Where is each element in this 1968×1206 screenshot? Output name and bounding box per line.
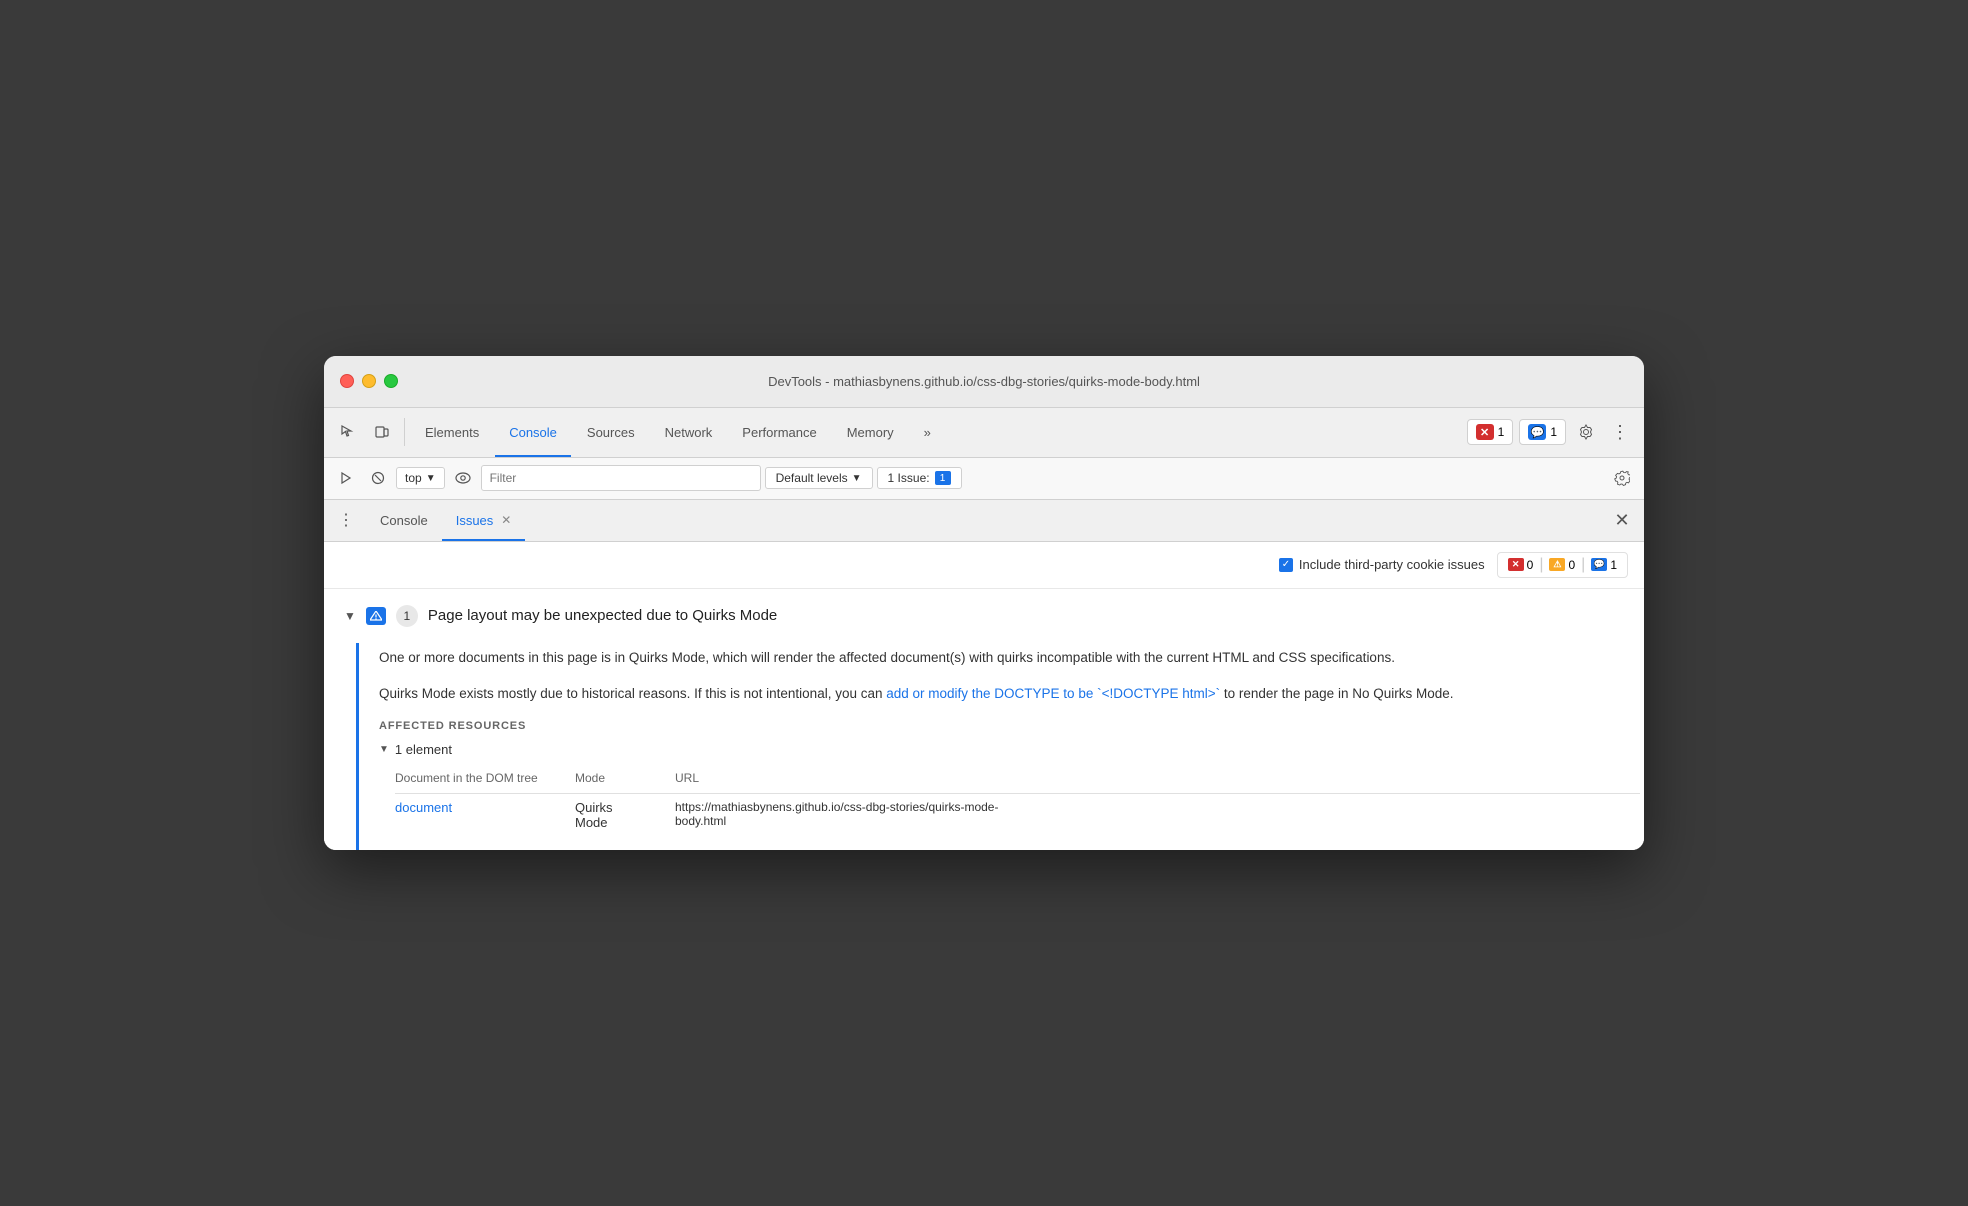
issues-filter-bar: ✓ Include third-party cookie issues ✕ 0 … bbox=[324, 542, 1644, 589]
element-count-toggle[interactable]: ▼ 1 element bbox=[379, 742, 1624, 757]
info-icon: 💬 bbox=[1591, 558, 1607, 571]
issue-type-icon bbox=[366, 607, 386, 625]
toolbar-divider-1 bbox=[404, 418, 405, 446]
tab-sources[interactable]: Sources bbox=[573, 407, 649, 457]
console-secondary-toolbar: top ▼ Default levels ▼ 1 Issue: 1 bbox=[324, 458, 1644, 500]
window-title: DevTools - mathiasbynens.github.io/css-d… bbox=[768, 374, 1200, 389]
clear-console-button[interactable] bbox=[364, 464, 392, 492]
issue-card: ▼ 1 Page layout may be unexpected due to… bbox=[324, 589, 1644, 850]
issues-panel: ⋮ Console Issues ✕ ✕ ✓ Include third-par… bbox=[324, 500, 1644, 850]
document-link[interactable]: document bbox=[395, 800, 452, 815]
issue-chevron-icon: ▼ bbox=[344, 609, 356, 623]
issues-badge-button[interactable]: 1 Issue: 1 bbox=[877, 467, 962, 489]
drawer-tabs: ⋮ Console Issues ✕ ✕ bbox=[324, 500, 1644, 542]
table-row: document Quirks Mode https://mathiasbyne… bbox=[395, 794, 1640, 831]
console-settings-button[interactable] bbox=[1608, 464, 1636, 492]
issue-count-badge: 1 bbox=[396, 605, 418, 627]
tab-network[interactable]: Network bbox=[651, 407, 727, 457]
maximize-button[interactable] bbox=[384, 374, 398, 388]
third-party-checkbox[interactable]: ✓ bbox=[1279, 558, 1293, 572]
url-cell-2: body.html bbox=[675, 814, 1628, 828]
default-levels-button[interactable]: Default levels ▼ bbox=[765, 467, 873, 489]
title-bar: DevTools - mathiasbynens.github.io/css-d… bbox=[324, 356, 1644, 408]
error-count-button[interactable]: ✕ 1 bbox=[1467, 419, 1514, 445]
tab-memory[interactable]: Memory bbox=[833, 407, 908, 457]
minimize-button[interactable] bbox=[362, 374, 376, 388]
issue-description-1: One or more documents in this page is in… bbox=[379, 647, 1624, 669]
devtools-toolbar: Elements Console Sources Network Perform… bbox=[324, 408, 1644, 458]
dropdown-arrow-icon: ▼ bbox=[852, 473, 862, 484]
affected-resources-label: AFFECTED RESOURCES bbox=[379, 720, 1624, 732]
issue-title: Page layout may be unexpected due to Qui… bbox=[428, 607, 777, 624]
warning-icon: ⚠ bbox=[1549, 558, 1565, 571]
eye-button[interactable] bbox=[449, 464, 477, 492]
dropdown-arrow-icon: ▼ bbox=[426, 473, 436, 484]
drawer-menu-button[interactable]: ⋮ bbox=[332, 506, 360, 534]
mode-cell: Quirks bbox=[575, 800, 613, 815]
tab-console[interactable]: Console bbox=[495, 407, 571, 457]
resource-chevron-icon: ▼ bbox=[379, 744, 389, 755]
resource-table: Document in the DOM tree Mode URL docume… bbox=[395, 767, 1640, 830]
table-header-col2: Mode bbox=[575, 767, 675, 794]
url-cell: https://mathiasbynens.github.io/css-dbg-… bbox=[675, 800, 1628, 814]
issue-count-icon: 1 bbox=[935, 471, 951, 485]
drawer-close-button[interactable]: ✕ bbox=[1608, 506, 1636, 534]
issue-header[interactable]: ▼ 1 Page layout may be unexpected due to… bbox=[324, 589, 1644, 643]
context-selector[interactable]: top ▼ bbox=[396, 467, 445, 489]
issue-description-2: Quirks Mode exists mostly due to histori… bbox=[379, 683, 1624, 705]
mode-cell-2: Mode bbox=[575, 815, 608, 830]
issues-tab-close[interactable]: ✕ bbox=[501, 513, 511, 527]
error-count-badge[interactable]: ✕ 0 bbox=[1508, 558, 1534, 572]
table-header-col3: URL bbox=[675, 767, 1640, 794]
drawer-tab-console[interactable]: Console bbox=[366, 499, 442, 541]
devtools-window: DevTools - mathiasbynens.github.io/css-d… bbox=[324, 356, 1644, 850]
issue-body: One or more documents in this page is in… bbox=[356, 643, 1644, 850]
settings-button[interactable] bbox=[1570, 416, 1602, 448]
drawer-tab-issues[interactable]: Issues ✕ bbox=[442, 499, 526, 541]
device-toolbar-button[interactable] bbox=[366, 416, 398, 448]
message-icon: 💬 bbox=[1528, 424, 1546, 440]
message-count-button[interactable]: 💬 1 bbox=[1519, 419, 1566, 445]
tab-elements[interactable]: Elements bbox=[411, 407, 493, 457]
more-options-button[interactable]: ⋮ bbox=[1604, 416, 1636, 448]
filter-counts: ✕ 0 | ⚠ 0 | 💬 1 bbox=[1497, 552, 1628, 578]
info-count-badge[interactable]: 💬 1 bbox=[1591, 558, 1617, 572]
close-button[interactable] bbox=[340, 374, 354, 388]
third-party-checkbox-label[interactable]: ✓ Include third-party cookie issues bbox=[1279, 557, 1485, 572]
table-header-col1: Document in the DOM tree bbox=[395, 767, 575, 794]
quirks-mode-link[interactable]: add or modify the DOCTYPE to be `<!DOCTY… bbox=[886, 686, 1220, 701]
inspect-element-button[interactable] bbox=[332, 416, 364, 448]
traffic-lights bbox=[340, 374, 398, 388]
affected-resources-section: AFFECTED RESOURCES ▼ 1 element Document … bbox=[379, 720, 1624, 830]
run-snippet-button[interactable] bbox=[332, 464, 360, 492]
error-icon: ✕ bbox=[1476, 424, 1494, 440]
tab-performance[interactable]: Performance bbox=[728, 407, 830, 457]
error-icon: ✕ bbox=[1508, 558, 1524, 571]
tab-more[interactable]: » bbox=[910, 407, 945, 457]
warning-count-badge[interactable]: ⚠ 0 bbox=[1549, 558, 1575, 572]
filter-input[interactable] bbox=[481, 465, 761, 491]
